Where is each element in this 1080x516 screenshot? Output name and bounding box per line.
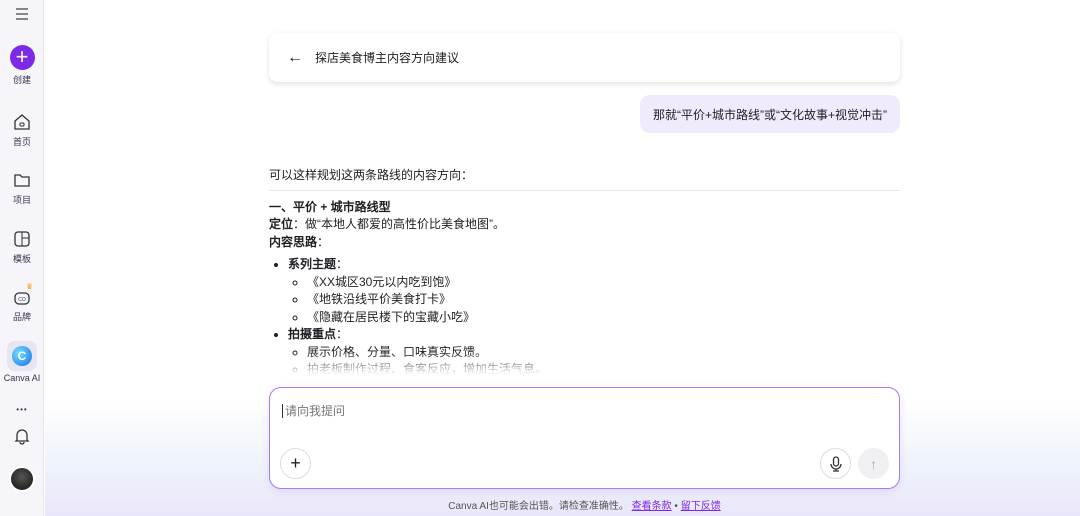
section-title: 一、平价 + 城市路线型 <box>269 199 391 214</box>
feedback-link[interactable]: 留下反馈 <box>681 501 721 512</box>
canva-ai-logo-icon: C <box>12 346 32 366</box>
conversation-title: 探店美食博主内容方向建议 <box>315 51 460 65</box>
plus-icon: + <box>290 453 301 473</box>
divider <box>269 189 900 191</box>
intro: 可以这样规划这两条路线的内容方向： <box>269 168 474 182</box>
sidebar-item-home[interactable]: 首页 <box>0 113 44 148</box>
folder-icon <box>14 174 30 187</box>
microphone-icon <box>829 455 842 472</box>
label: Canva AI <box>3 373 41 383</box>
hamburger-icon <box>16 8 28 20</box>
prompt-input[interactable] <box>282 404 842 418</box>
list-item: 拍摄重点： 展示价格、分量、口味真实反馈。 拍老板制作过程、食客反应，增加生活气… <box>288 326 900 375</box>
footer-disclaimer: Canva AI也可能会出错。请检查准确性。 查看条款 • 留下反馈 <box>269 497 900 512</box>
home-icon <box>14 114 30 130</box>
more-button[interactable]: ••• <box>0 405 44 414</box>
assistant-response: 可以这样规划这两条路线的内容方向： 一、平价 + 城市路线型 定位：做“本地人都… <box>269 167 900 375</box>
conversation-header: ← 探店美食博主内容方向建议 <box>269 33 900 82</box>
text: ： <box>317 234 330 249</box>
prompt-box: + ↑ <box>269 387 900 489</box>
sidebar-item-templates[interactable]: 模板 <box>0 230 44 265</box>
avatar[interactable] <box>0 466 44 492</box>
label: 项目 <box>12 195 31 205</box>
send-button[interactable]: ↑ <box>858 448 889 479</box>
label: 模板 <box>12 254 31 264</box>
label: 内容思路 <box>269 234 318 249</box>
add-attachment-button[interactable]: + <box>280 448 311 479</box>
list-item: 拍老板制作过程、食客反应，增加生活气息。 <box>307 361 900 375</box>
label: 品牌 <box>12 312 31 322</box>
notifications-button[interactable] <box>0 427 44 449</box>
svg-text:CO: CO <box>18 297 26 303</box>
template-icon <box>14 231 30 247</box>
disclaimer-text: Canva AI也可能会出错。请检查准确性。 <box>448 501 629 512</box>
user-message: 那就“平价+城市路线”或“文化故事+视觉冲击” <box>639 95 900 133</box>
plus-icon: + <box>9 45 35 70</box>
label: 首页 <box>12 137 31 147</box>
sidebar-item-canva-ai[interactable]: C Canva AI <box>0 341 44 383</box>
arrow-up-icon: ↑ <box>870 455 877 472</box>
text: ：做“本地人都爱的高性价比美食地图”。 <box>293 217 506 231</box>
sidebar-item-projects[interactable]: 项目 <box>0 171 44 206</box>
label: 创建 <box>12 75 31 85</box>
bell-icon <box>14 429 30 445</box>
list-item: 《地铁沿线平价美食打卡》 <box>307 291 900 309</box>
list-item: 展示价格、分量、口味真实反馈。 <box>307 344 900 362</box>
voice-input-button[interactable] <box>820 448 851 479</box>
list-item: 《隐藏在居民楼下的宝藏小吃》 <box>307 309 900 327</box>
separator: • <box>674 501 678 512</box>
sidebar-item-brand[interactable]: CO 品牌 ♛ <box>0 282 44 323</box>
crown-icon: ♛ <box>26 282 34 291</box>
sidebar: + 创建 首页 项目 模板 CO 品牌 ♛ C Canva AI ••• <box>0 0 44 516</box>
label: 定位 <box>269 217 294 231</box>
back-arrow-icon[interactable]: ← <box>287 49 303 67</box>
terms-link[interactable]: 查看条款 <box>632 501 672 512</box>
list-item: 《XX城区30元以内吃到饱》 <box>307 274 900 292</box>
sidebar-item-create[interactable]: + 创建 <box>0 45 44 86</box>
menu-button[interactable] <box>0 8 44 24</box>
list-item: 系列主题： 《XX城区30元以内吃到饱》 《地铁沿线平价美食打卡》 《隐藏在居民… <box>288 256 900 326</box>
